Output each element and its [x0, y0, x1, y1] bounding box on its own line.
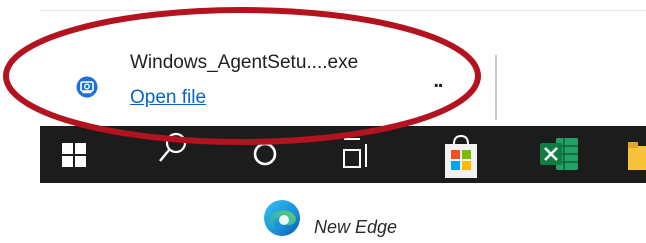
cortana-icon — [253, 142, 277, 166]
windows-taskbar — [40, 126, 646, 183]
microsoft-store-button[interactable] — [432, 126, 492, 183]
cortana-button[interactable] — [237, 126, 297, 183]
windows-start-icon — [62, 143, 86, 167]
caption-text: New Edge — [314, 217, 398, 237]
file-explorer-icon — [628, 142, 646, 170]
more-options-button[interactable]: .. — [432, 63, 470, 103]
download-file-name: Windows_AgentSetu....exe — [130, 52, 359, 73]
microsoft-store-icon — [445, 134, 477, 178]
toolbar-divider — [495, 55, 497, 120]
task-view-button[interactable] — [330, 126, 390, 183]
open-file-link[interactable]: Open file — [130, 87, 206, 109]
caption: New Edge — [262, 198, 462, 238]
start-button[interactable] — [40, 126, 100, 183]
excel-button[interactable] — [530, 126, 590, 183]
edge-logo-icon — [264, 200, 300, 236]
file-explorer-button[interactable] — [624, 126, 646, 183]
installer-file-icon — [76, 76, 98, 98]
taskbar-search-button[interactable] — [140, 126, 200, 183]
task-view-icon — [343, 138, 367, 168]
excel-icon — [540, 138, 578, 170]
download-bar: Windows_AgentSetu....exe Open file .. — [40, 10, 646, 127]
search-icon — [159, 132, 187, 162]
